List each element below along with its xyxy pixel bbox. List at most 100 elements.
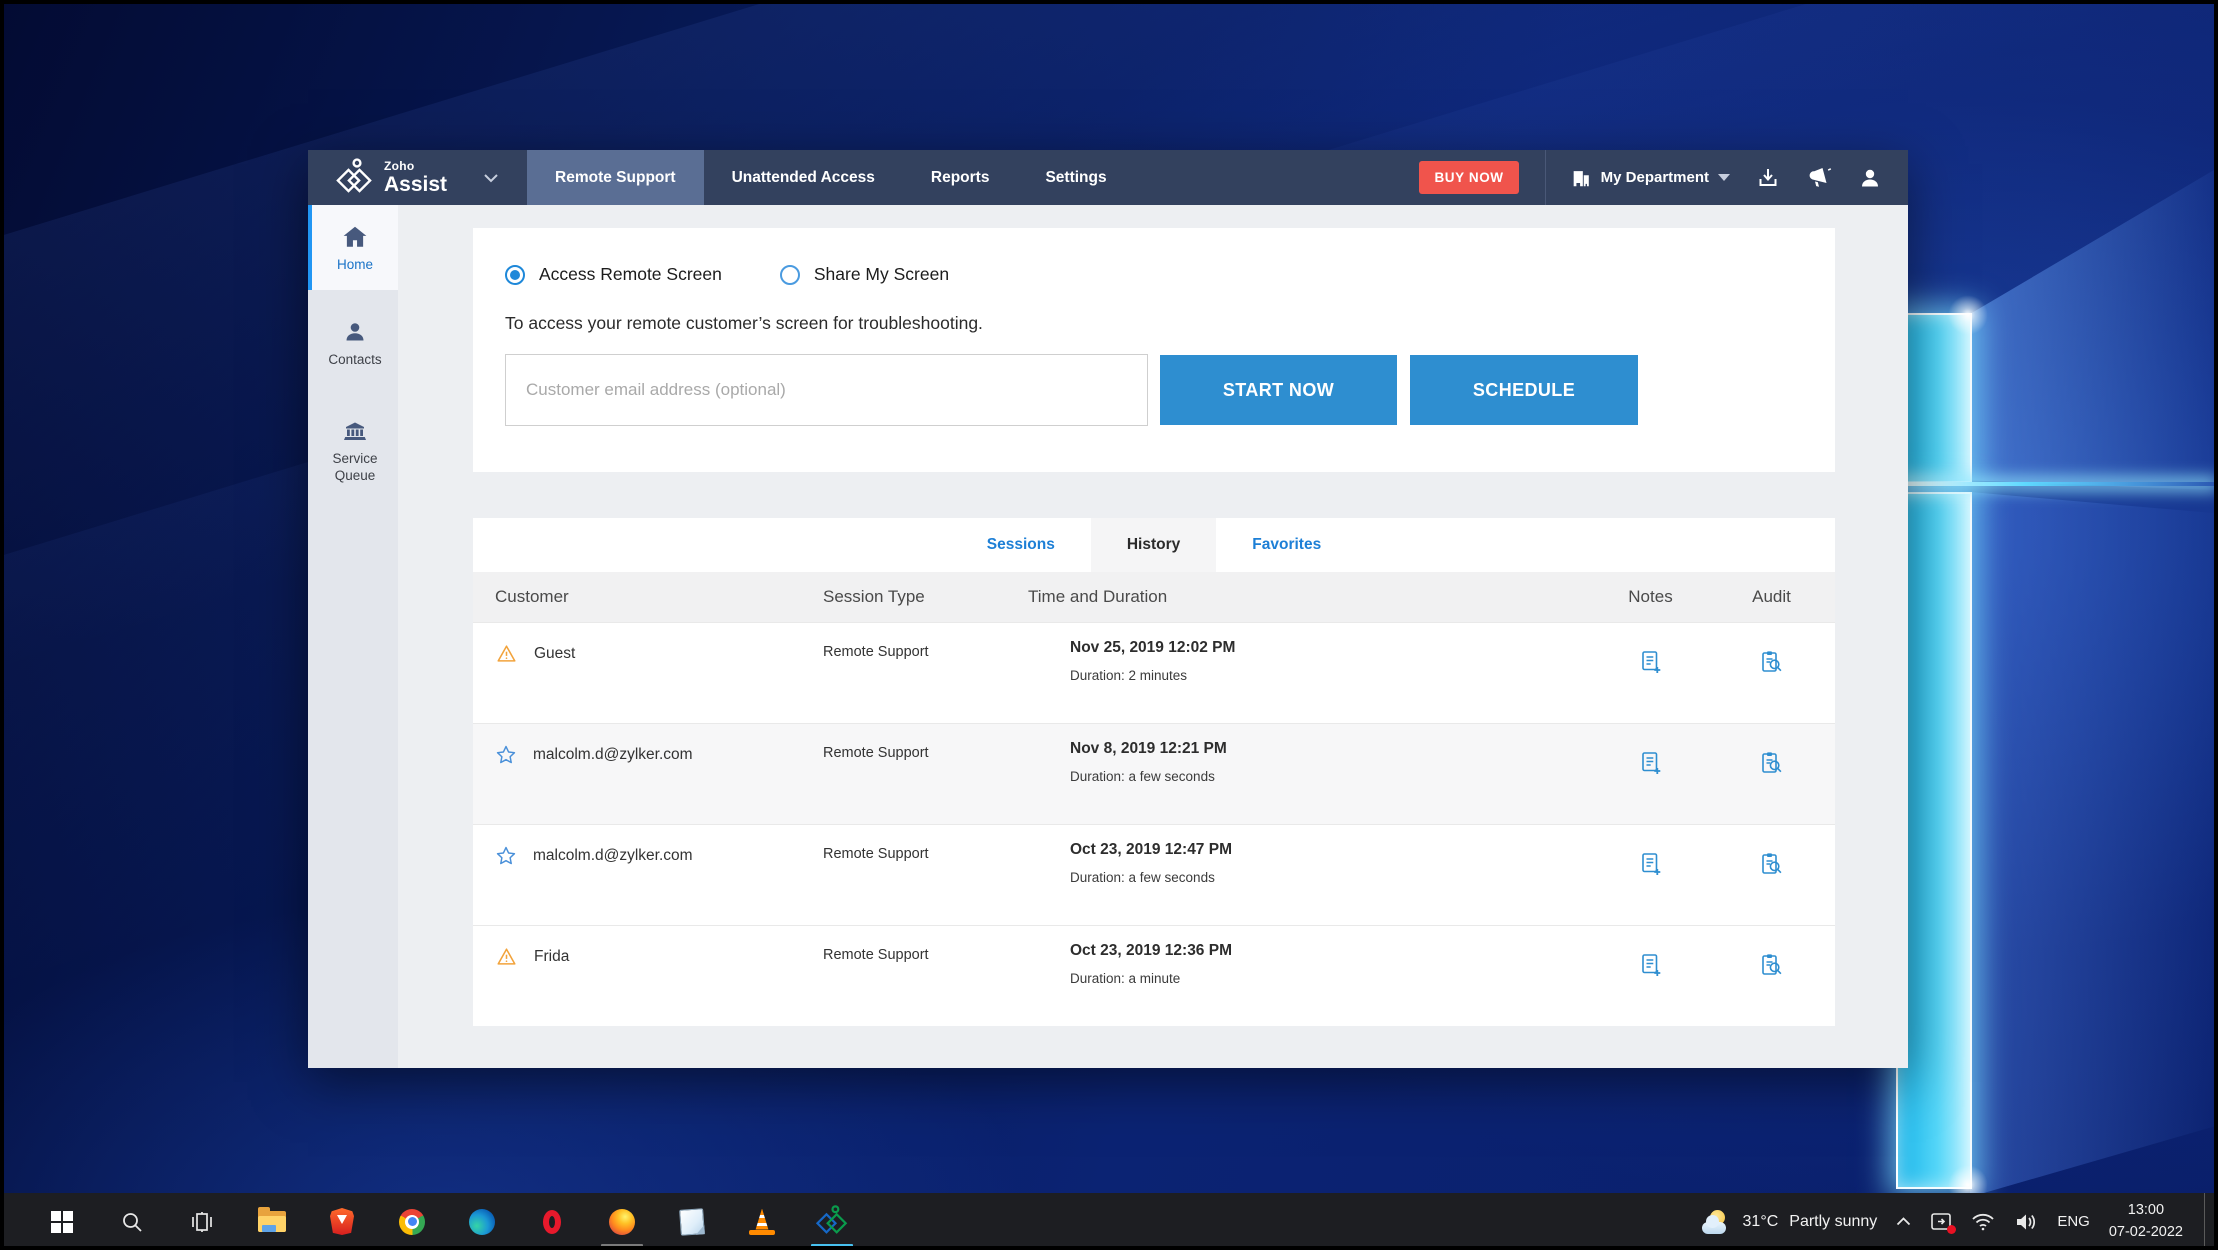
weather-temperature: 31°C <box>1743 1213 1779 1231</box>
department-selector[interactable]: My Department <box>1570 167 1730 189</box>
firefox-browser-button[interactable] <box>598 1193 646 1250</box>
sidebar-item-label: Contacts <box>314 352 396 369</box>
notification-badge <box>1947 1225 1956 1234</box>
taskbar-search-button[interactable] <box>108 1193 156 1250</box>
weather-partly-sunny-icon <box>1702 1210 1732 1234</box>
zoho-assist-logo-icon <box>336 158 372 198</box>
wallpaper-horizon-glow <box>1898 482 2214 486</box>
opera-browser-button[interactable] <box>528 1193 576 1250</box>
session-time-cell: Oct 23, 2019 12:47 PM Duration: a few se… <box>1023 825 1593 925</box>
windows-taskbar: 31°C Partly sunny <box>0 1193 2218 1250</box>
col-audit: Audit <box>1708 587 1835 607</box>
download-icon[interactable] <box>1756 166 1780 190</box>
announcements-megaphone-icon[interactable] <box>1806 166 1832 190</box>
sidebar-item-home[interactable]: Home <box>308 205 398 290</box>
navbar-right-cluster: BUY NOW My Department <box>1419 150 1908 205</box>
tab-reports[interactable]: Reports <box>903 150 1018 205</box>
buy-now-button[interactable]: BUY NOW <box>1419 161 1518 194</box>
add-note-icon[interactable] <box>1638 750 1664 776</box>
brand-name: Zoho Assist <box>384 160 447 195</box>
table-row: malcolm.d@zylker.com Remote Support Nov … <box>473 723 1835 824</box>
department-name: My Department <box>1601 169 1709 186</box>
add-note-icon[interactable] <box>1638 851 1664 877</box>
home-icon <box>314 225 396 249</box>
task-view-icon <box>189 1210 215 1234</box>
wifi-icon[interactable] <box>1971 1212 1995 1231</box>
tray-clock[interactable]: 13:00 07-02-2022 <box>2109 1200 2183 1242</box>
language-indicator[interactable]: ENG <box>2057 1213 2090 1230</box>
tab-unattended-access[interactable]: Unattended Access <box>704 150 903 205</box>
audit-icon[interactable] <box>1759 649 1785 675</box>
zoho-assist-taskbar-button[interactable] <box>808 1193 856 1250</box>
edge-browser-button[interactable] <box>458 1193 506 1250</box>
account-icon[interactable] <box>1858 166 1882 190</box>
tray-chevron-up-icon[interactable] <box>1896 1217 1911 1226</box>
action-center-icon[interactable] <box>1930 1212 1952 1232</box>
session-type: Remote Support <box>823 623 1023 723</box>
favorite-star-icon[interactable] <box>495 744 517 766</box>
start-button[interactable] <box>38 1193 86 1250</box>
wallpaper-sparkle <box>1948 295 1988 335</box>
radio-access-remote-screen[interactable]: Access Remote Screen <box>505 264 722 285</box>
taskbar-icons <box>0 1193 856 1250</box>
task-view-button[interactable] <box>178 1193 226 1250</box>
radio-selected-icon[interactable] <box>505 265 525 285</box>
session-time-cell: Oct 23, 2019 12:36 PM Duration: a minute <box>1023 926 1593 1026</box>
sidebar-item-label: Service Queue <box>314 451 396 485</box>
weather-widget[interactable]: 31°C Partly sunny <box>1702 1210 1878 1234</box>
audit-icon[interactable] <box>1759 851 1785 877</box>
chevron-down-icon[interactable] <box>483 173 499 183</box>
start-now-button[interactable]: START NOW <box>1160 355 1397 425</box>
tab-history[interactable]: History <box>1091 518 1216 572</box>
volume-icon[interactable] <box>2014 1212 2038 1232</box>
session-duration: Duration: a few seconds <box>1070 769 1593 784</box>
screen: Zoho Assist Remote Support Unattended Ac… <box>0 0 2218 1250</box>
notepad-button[interactable] <box>668 1193 716 1250</box>
sidebar-item-service-queue[interactable]: Service Queue <box>308 403 398 497</box>
session-mode-radios: Access Remote Screen Share My Screen <box>473 228 1835 285</box>
radio-share-my-screen[interactable]: Share My Screen <box>780 264 949 285</box>
chrome-browser-button[interactable] <box>388 1193 436 1250</box>
warning-icon <box>495 643 518 665</box>
table-row: Guest Remote Support Nov 25, 2019 12:02 … <box>473 622 1835 723</box>
col-notes: Notes <box>1593 587 1708 607</box>
tray-time: 13:00 <box>2109 1200 2183 1221</box>
brave-browser-button[interactable] <box>318 1193 366 1250</box>
session-duration: Duration: 2 minutes <box>1070 668 1593 683</box>
app-switcher[interactable]: Zoho Assist <box>308 158 519 198</box>
customer-email-input[interactable] <box>505 354 1148 426</box>
session-type: Remote Support <box>823 926 1023 1026</box>
add-note-icon[interactable] <box>1638 952 1664 978</box>
audit-icon[interactable] <box>1759 952 1785 978</box>
session-time-cell: Nov 25, 2019 12:02 PM Duration: 2 minute… <box>1023 623 1593 723</box>
brave-icon <box>330 1208 354 1235</box>
opera-icon <box>543 1210 561 1234</box>
col-customer: Customer <box>473 587 823 607</box>
tab-sessions[interactable]: Sessions <box>951 518 1091 572</box>
file-explorer-button[interactable] <box>248 1193 296 1250</box>
chrome-icon <box>399 1209 425 1235</box>
schedule-button[interactable]: SCHEDULE <box>1410 355 1638 425</box>
app-navbar: Zoho Assist Remote Support Unattended Ac… <box>308 150 1908 205</box>
add-note-icon[interactable] <box>1638 649 1664 675</box>
search-icon <box>120 1210 144 1234</box>
audit-icon[interactable] <box>1759 750 1785 776</box>
session-datetime: Oct 23, 2019 12:47 PM <box>1070 841 1593 859</box>
vlc-button[interactable] <box>738 1193 786 1250</box>
sessions-history-panel: Sessions History Favorites Customer Sess… <box>473 518 1835 1021</box>
session-datetime: Nov 8, 2019 12:21 PM <box>1070 740 1593 758</box>
tab-favorites[interactable]: Favorites <box>1216 518 1357 572</box>
favorite-star-icon[interactable] <box>495 845 517 867</box>
weather-condition: Partly sunny <box>1789 1213 1877 1231</box>
remote-session-panel: Access Remote Screen Share My Screen To … <box>473 228 1835 472</box>
session-duration: Duration: a few seconds <box>1070 870 1593 885</box>
show-desktop-button[interactable] <box>2204 1193 2210 1250</box>
radio-unselected-icon[interactable] <box>780 265 800 285</box>
tab-remote-support[interactable]: Remote Support <box>527 150 704 205</box>
windows-logo-icon <box>51 1211 73 1233</box>
edge-icon <box>469 1209 495 1235</box>
tab-settings[interactable]: Settings <box>1017 150 1134 205</box>
session-datetime: Oct 23, 2019 12:36 PM <box>1070 942 1593 960</box>
customer-name: Guest <box>534 643 575 663</box>
sidebar-item-contacts[interactable]: Contacts <box>308 304 398 381</box>
